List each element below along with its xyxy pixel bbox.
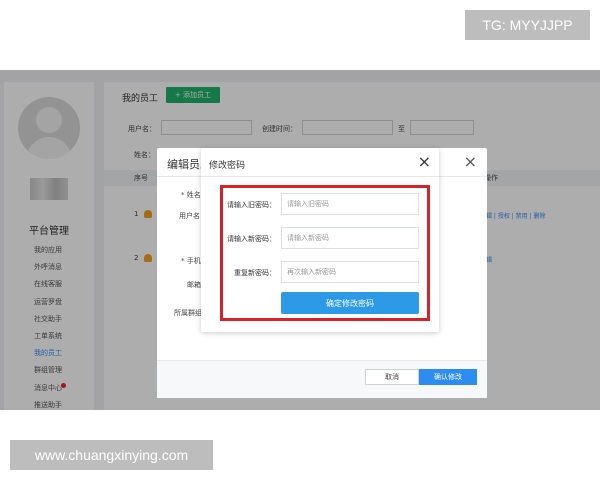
edit-modal-footer: 取消 确认修改 [157, 360, 487, 398]
close-icon[interactable]: × [464, 152, 477, 171]
name-label: * 姓名 [181, 191, 201, 199]
phone-label: * 手机 [181, 257, 201, 265]
old-password-label: 请输入旧密码： [227, 201, 276, 209]
password-modal-title: 修改密码 [209, 161, 246, 171]
username-label: 用户名 [179, 212, 200, 220]
submit-password-button[interactable]: 确定修改密码 [281, 292, 419, 314]
watermark-website: www.chuangxinying.com [10, 440, 213, 470]
group-label: 所属群组 [174, 309, 202, 317]
stage: TG: MYYJJPP 平台管理 我的应用 外呼消息 在线客服 运营罗盘 社交助… [0, 0, 600, 480]
change-password-modal: 修改密码 × 请输入旧密码： 请输入新密码： 重复新密码： 确定修改密码 [201, 148, 439, 332]
new-password-label: 请输入新密码： [227, 235, 276, 243]
old-password-input[interactable] [281, 193, 419, 215]
repeat-password-input[interactable] [281, 261, 419, 283]
confirm-edit-button[interactable]: 确认修改 [419, 369, 477, 385]
watermark-telegram: TG: MYYJJPP [465, 10, 590, 40]
email-label: 邮箱 [187, 281, 201, 289]
app-screenshot: 平台管理 我的应用 外呼消息 在线客服 运营罗盘 社交助手 工单系统 我的员工 … [0, 70, 600, 410]
divider [201, 176, 439, 177]
repeat-password-label: 重复新密码： [234, 269, 276, 277]
new-password-input[interactable] [281, 227, 419, 249]
cancel-button[interactable]: 取消 [365, 369, 419, 385]
close-icon[interactable]: × [418, 152, 431, 171]
